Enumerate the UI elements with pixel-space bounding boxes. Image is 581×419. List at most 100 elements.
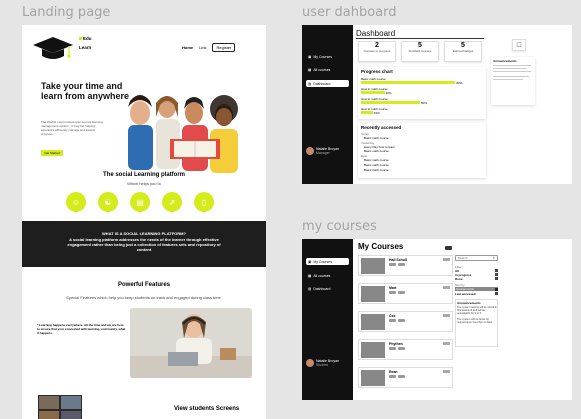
nav-home-link[interactable]: Home [182,45,193,50]
course-tag [398,319,405,322]
recent-item[interactable]: Basic math course [364,168,389,172]
filter-done[interactable]: Done [455,277,463,281]
dashboard-sidebar: ▣ My Courses ▦ All courses ▧ Dashboard Nata… [302,25,353,184]
course-thumbnail [361,314,385,330]
courses-sidebar: ▣ My Courses ▦ All courses ▧ Dashboard Nata… [302,239,353,400]
course-tag [389,291,396,294]
get-started-button[interactable]: Get Started [41,150,63,156]
announcements-title: Announcements [457,301,481,305]
course-name: Css [389,314,396,318]
progress-percent-label: 50% [421,101,428,105]
sidebar-item-my-courses[interactable]: ▣ My Courses [306,258,349,265]
recent-item[interactable]: Basic math course [364,136,389,140]
recent-title: Recently accessed [361,125,402,130]
frame-title-dashboard: user dahboard [302,5,397,20]
course-card[interactable]: Phythen [358,339,453,360]
sidebar-item-dashboard[interactable]: ▧ Dashboard [306,80,349,87]
progress-bar-fill [361,111,373,114]
stat-badges: 5 Earned badges [444,41,482,62]
search-input[interactable]: Search ⚲ [455,255,498,261]
avatar [306,147,314,155]
sidebar-item-dashboard[interactable]: ▧ Dashboard [306,285,349,292]
filter-progress-checkbox[interactable] [495,273,498,276]
filter-done-checkbox[interactable] [495,277,498,280]
course-tag [398,263,405,266]
progress-percent-label: 80% [456,81,463,85]
register-button[interactable]: Register [212,43,236,52]
course-tag [398,291,405,294]
course-status-badge [443,314,450,317]
nav-link[interactable]: Link [199,45,206,50]
progress-bar [361,91,479,94]
user-profile[interactable]: Natalie Broyan Manager [306,147,339,155]
course-tag [398,375,405,378]
course-tag [389,319,396,322]
announcements-card: Announcements [491,57,535,105]
stat-in-progress: 2 Courses in progress [358,41,396,62]
view-students-title: View students Screens [174,406,240,412]
dashboard-icon: ▧ [308,286,312,291]
progress-bar-fill [361,91,385,94]
filter-panel: Search ⚲ Filter All In progress Done Sort… [455,255,498,350]
progress-bar-fill [361,101,420,104]
page-title: Dashboard [356,29,484,39]
course-tag [389,375,396,378]
sidebar-item-all-courses[interactable]: ▦ All courses [306,272,349,279]
recent-item[interactable]: Basic math course [364,158,389,162]
learning-quote: " Learning happens everywhere. All the t… [37,323,126,335]
progress-bar-fill [361,81,456,84]
course-name: Hail Schull [389,258,407,262]
course-thumbnail [361,258,385,274]
recent-item[interactable]: Basic math course [364,163,389,167]
sort-course-name[interactable]: Course name [455,287,498,291]
hero-text: The Worlds most trusted open-source lear… [41,120,103,136]
filter-all-checkbox[interactable] [495,269,498,272]
course-card[interactable]: Mart [358,283,453,304]
course-thumbnail [361,286,385,302]
recently-accessed-card: Recently accessed Today Basic math cours… [358,123,486,178]
course-tag [389,263,396,266]
toggle-icon[interactable] [445,246,452,250]
platform-subtitle: Which helps you to [127,181,161,186]
course-card[interactable]: Rean [358,367,453,388]
sidebar-item-all-courses[interactable]: ▦ All courses [306,66,349,73]
grid-icon: ▦ [308,67,312,72]
course-tag [389,347,396,350]
course-name: Mart [389,286,397,290]
course-status-badge [443,258,450,261]
progress-bar [361,101,479,104]
user-profile[interactable]: Natalie Broyan Student [306,359,339,367]
chart-icon: ▤ [130,192,150,212]
band-text: A social learning platform addresses the… [67,237,221,252]
sort-name-checkbox[interactable] [495,288,498,291]
progress-percent-label: 10% [373,111,380,115]
sidebar-item-my-courses[interactable]: ▣ My Courses [306,53,349,60]
message-icon[interactable]: □ [512,39,526,51]
students-photo [128,95,238,173]
course-thumbnail [361,370,385,386]
announcements-title: Announcements [493,59,517,63]
sort-accessed-checkbox[interactable] [495,292,498,295]
progress-percent-label: 20% [385,91,392,95]
progress-title: Progress chart [361,69,393,74]
video-call-screens [38,395,82,419]
dashboard-icon: ▧ [308,81,312,86]
sort-last-accessed[interactable]: Last accessed [455,292,476,296]
group-icon: ☯ [98,192,118,212]
announcement-text: The system will be down for maintenance … [457,318,493,325]
powerful-features-title: Powerful Features [117,282,170,288]
student-laptop-photo [130,308,252,378]
my-courses-frame: ▣ My Courses ▦ All courses ▧ Dashboard Nata… [302,239,572,400]
course-status-badge [443,286,450,289]
recent-item[interactable]: Basic math course [364,149,389,153]
course-card[interactable]: Hail Schull [358,255,453,276]
grid-icon: ▦ [308,273,312,278]
courses-icon: ▣ [308,54,312,59]
book-icon: ▯ [194,192,214,212]
page-title: My Courses [358,242,404,251]
logo-text: Edu Learn [79,36,92,50]
course-card[interactable]: Css [358,311,453,332]
feature-icons-row: ☺ ☯ ▤ ⇗ ▯ [66,192,214,212]
announcement-text: The system testing will be active in thi… [457,306,497,316]
powerful-features-subtitle: Special Features which help you keep stu… [66,295,222,300]
